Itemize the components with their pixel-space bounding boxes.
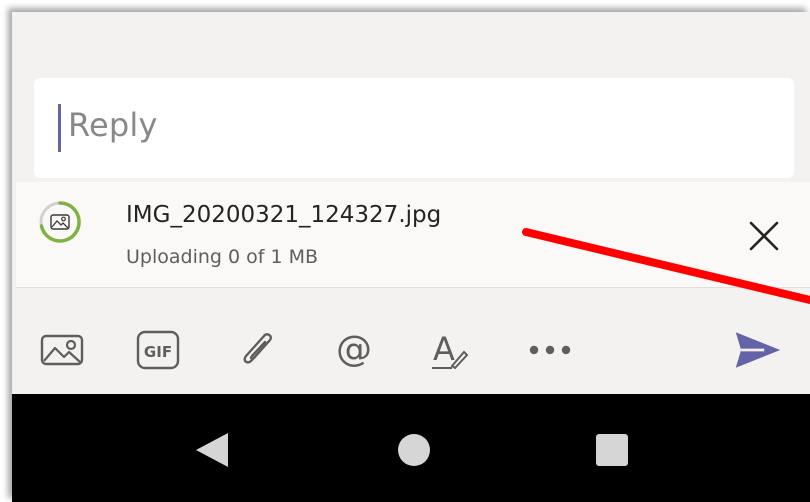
more-options-button[interactable] (526, 326, 574, 374)
close-icon (749, 221, 779, 251)
recents-button[interactable] (590, 428, 634, 472)
format-text-icon: A (432, 330, 469, 370)
phone-screen: Reply IMG_20200321_124327.jpg Uploading … (12, 12, 810, 502)
more-dots-icon (529, 345, 571, 355)
reply-input[interactable]: Reply (34, 78, 794, 178)
recents-icon (596, 434, 628, 466)
text-caret (58, 104, 61, 152)
paperclip-icon (243, 333, 272, 364)
attach-button[interactable] (234, 326, 282, 374)
gif-label: GIF (144, 343, 172, 361)
image-icon (40, 334, 84, 366)
file-name: IMG_20200321_124327.jpg (126, 202, 442, 228)
format-label: A (433, 330, 455, 368)
format-button[interactable]: A (426, 326, 474, 374)
send-icon (735, 332, 781, 368)
home-icon (398, 434, 430, 466)
gif-button[interactable]: GIF (134, 326, 182, 374)
back-icon (196, 433, 228, 467)
gif-icon: GIF (136, 330, 180, 370)
screenshot-frame: Reply IMG_20200321_124327.jpg Uploading … (0, 0, 810, 502)
reply-placeholder: Reply (68, 106, 158, 144)
back-button[interactable] (190, 428, 234, 472)
home-button[interactable] (392, 428, 436, 472)
upload-status: Uploading 0 of 1 MB (126, 246, 319, 268)
image-file-icon (50, 214, 70, 230)
send-button[interactable] (734, 326, 782, 374)
at-sign-icon: @ (336, 329, 372, 370)
attachment-upload-row: IMG_20200321_124327.jpg Uploading 0 of 1… (16, 182, 810, 288)
cancel-upload-button[interactable] (746, 218, 782, 254)
compose-toolbar: GIF @ A (12, 302, 810, 394)
mention-button[interactable]: @ (330, 326, 378, 374)
image-button[interactable] (38, 326, 86, 374)
system-nav-bar (12, 394, 810, 502)
mention-label: @ (336, 329, 372, 370)
